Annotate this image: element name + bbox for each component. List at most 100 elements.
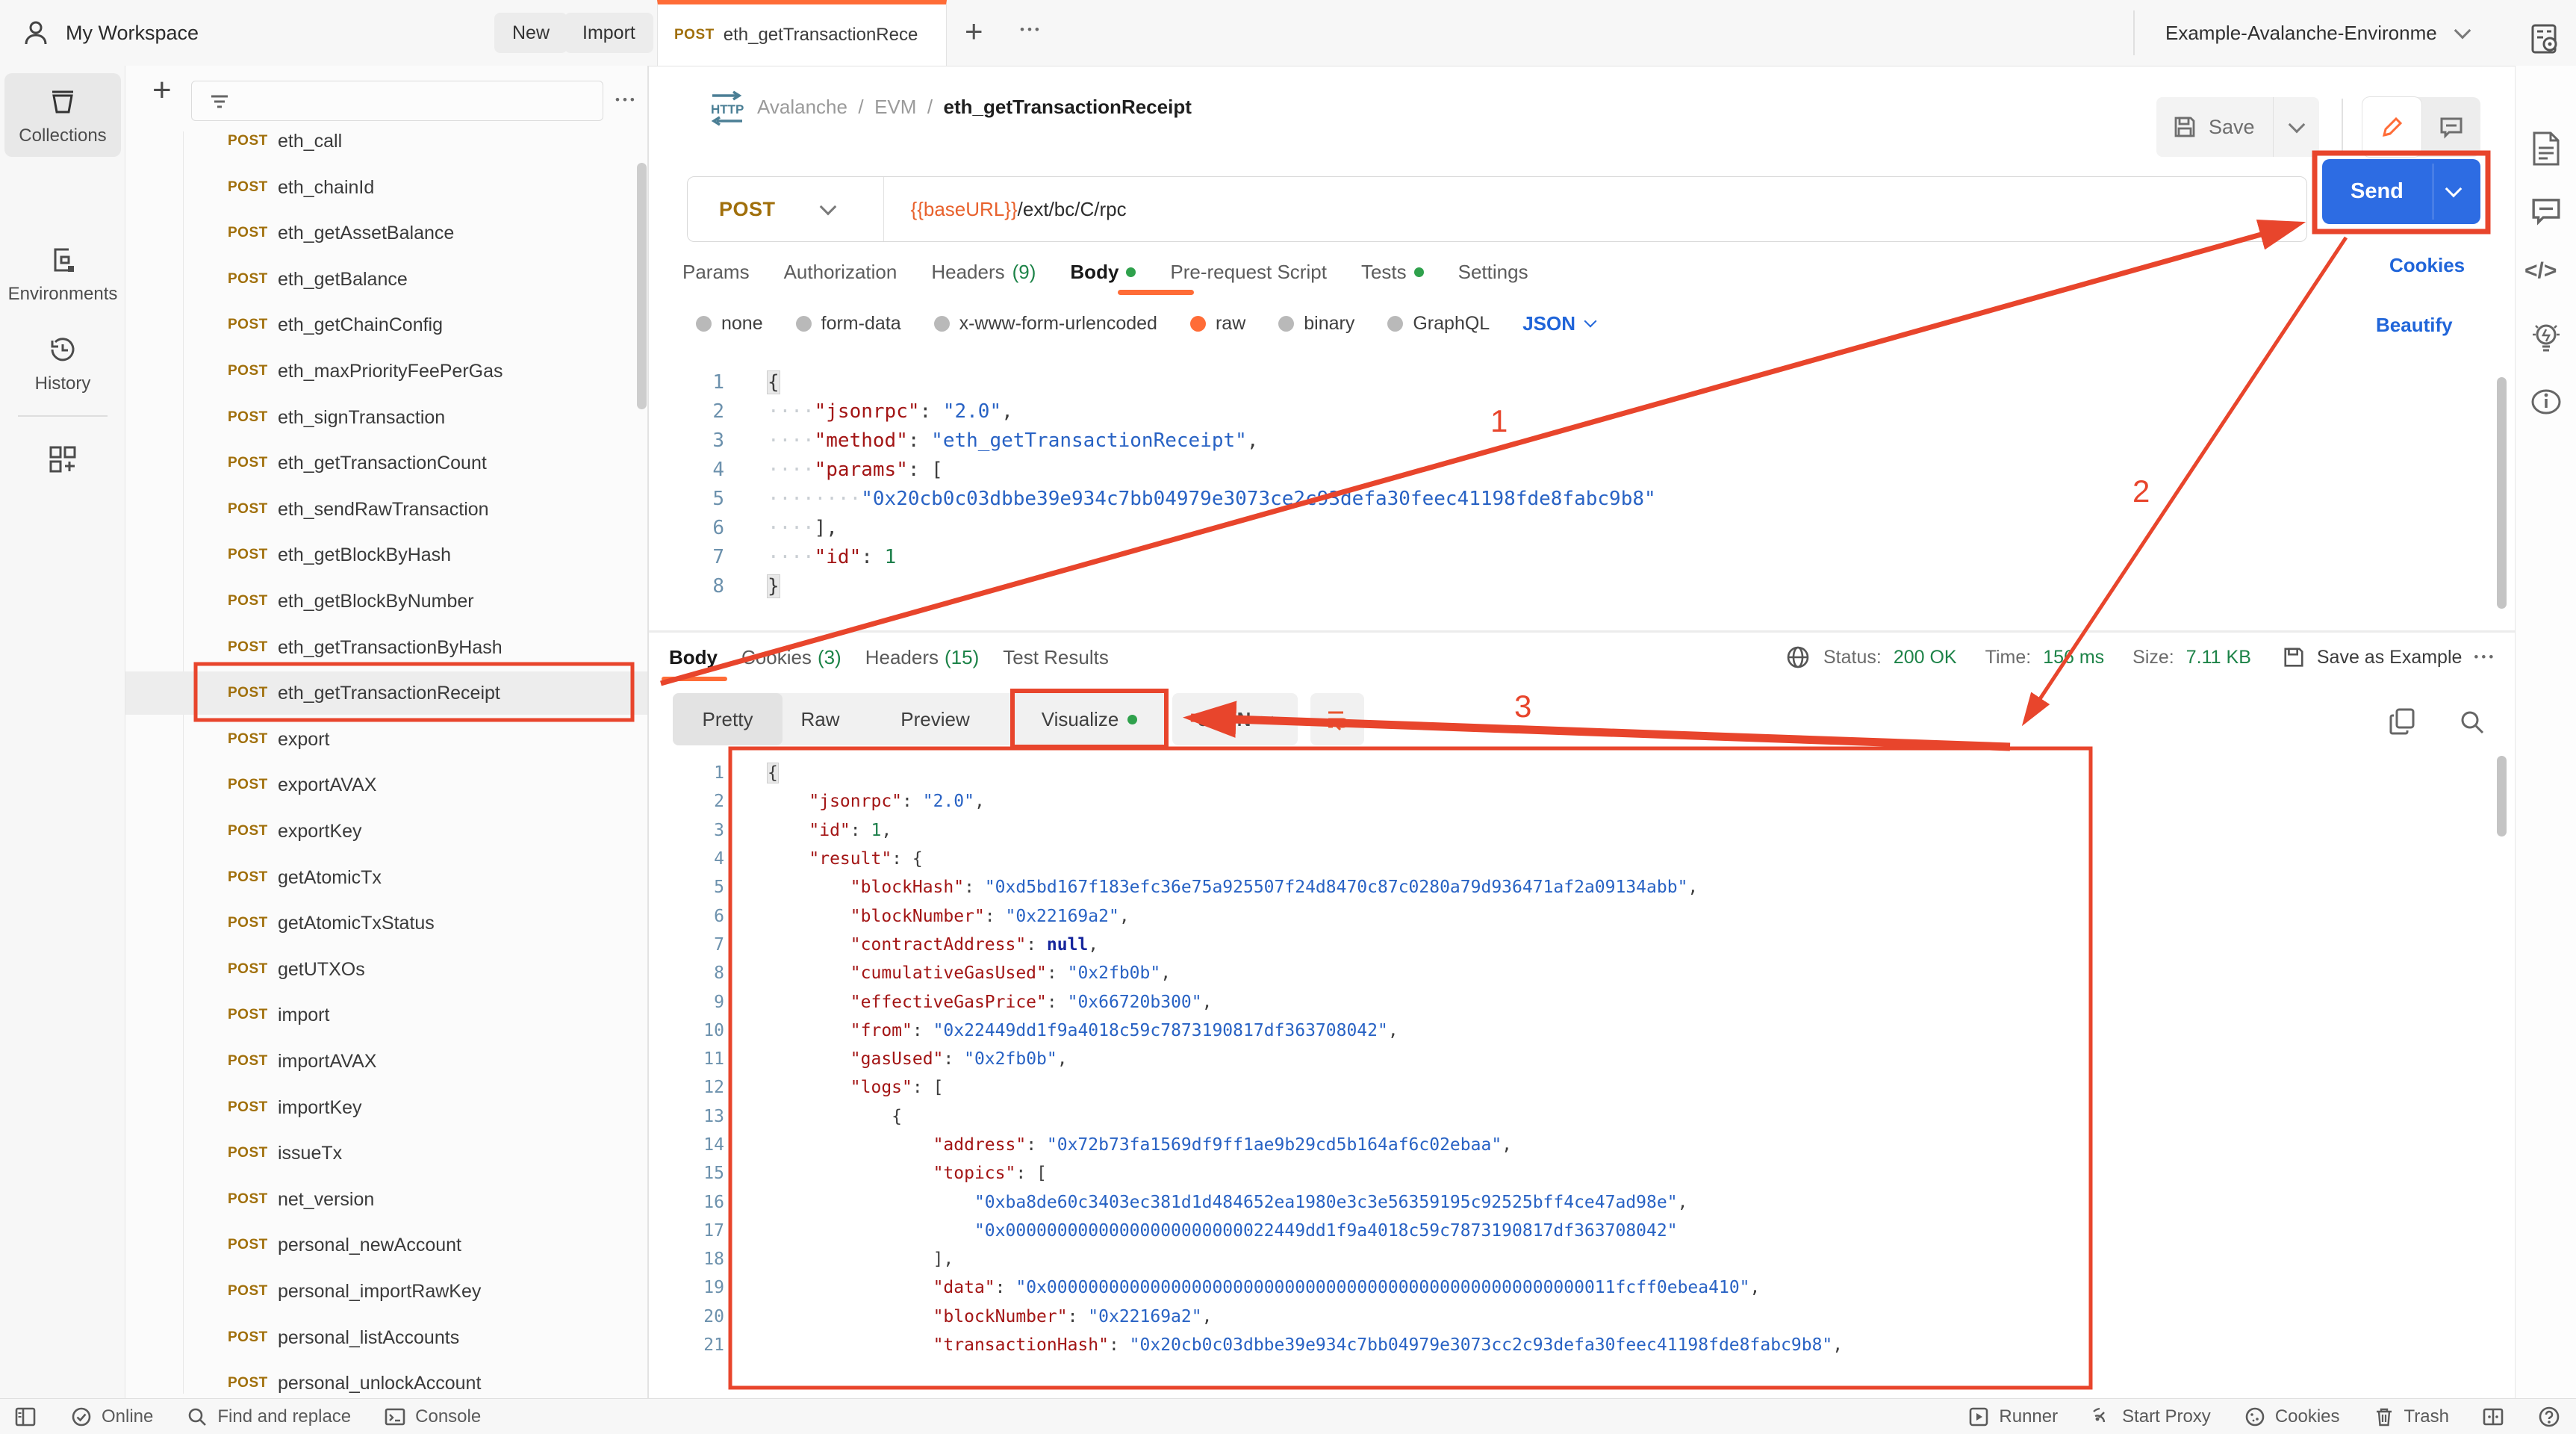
list-item[interactable]: POST getAtomicTx [125,856,647,899]
response-format-selector[interactable]: JSON [1172,693,1298,745]
request-editor-scrollbar[interactable] [2497,377,2507,609]
status-value[interactable]: 200 OK [1894,647,1957,668]
add-request-button[interactable]: + [152,72,172,109]
list-item[interactable]: POST eth_signTransaction [125,396,647,439]
list-item[interactable]: POST import [125,993,647,1037]
environment-selector[interactable]: Example-Avalanche-Environme [2165,0,2471,66]
breadcrumb-collection[interactable]: Avalanche [757,96,847,118]
tab-params[interactable]: Params [682,261,750,284]
more-tools-icon[interactable] [46,443,79,476]
save-dropdown-button[interactable] [2273,97,2320,157]
tab-pre-request-script[interactable]: Pre-request Script [1170,261,1327,284]
list-item[interactable]: POST getUTXOs [125,948,647,991]
body-mode-raw[interactable]: raw [1189,313,1245,335]
find-and-replace[interactable]: Find and replace [186,1406,351,1428]
sidebar-filter-input[interactable] [191,81,603,121]
sidebar-scrollbar[interactable] [637,163,647,409]
body-mode-binary[interactable]: binary [1278,313,1354,335]
sidebar-options-icon[interactable]: ••• [615,93,638,108]
cookies-link[interactable]: Cookies [2389,254,2465,277]
list-item[interactable]: POST eth_chainId [125,166,647,209]
list-item[interactable]: POST net_version [125,1178,647,1221]
body-mode-none[interactable]: none [696,313,763,335]
tab-body[interactable]: Body [669,646,718,669]
request-body-editor[interactable]: 1{2 ····"jsonrpc": "2.0", 3 ····"method": "… [657,367,1656,600]
tab-settings[interactable]: Settings [1458,261,1528,284]
rail-item-environments[interactable]: Environments [4,243,121,305]
list-item[interactable]: POST eth_getBlockByNumber [125,580,647,623]
toggle-sidebar-icon[interactable] [13,1405,37,1429]
breadcrumb-folder[interactable]: EVM [874,96,916,118]
split-pane-icon[interactable] [2482,1406,2504,1428]
console-button[interactable]: Console [384,1406,481,1428]
body-mode-GraphQL[interactable]: GraphQL [1387,313,1490,335]
pane-divider[interactable] [649,630,2515,633]
comment-mode-button[interactable] [2421,97,2480,157]
tab-test-results[interactable]: Test Results [1003,646,1109,669]
environment-quicklook-icon[interactable] [2527,21,2563,57]
start-proxy-button[interactable]: Start Proxy [2091,1406,2211,1428]
list-item[interactable]: POST eth_call [125,120,647,163]
list-item[interactable]: POST eth_getChainConfig [125,303,647,347]
documentation-icon[interactable] [2530,130,2563,167]
rail-item-collections[interactable]: Collections [4,73,121,157]
new-button[interactable]: New [494,13,568,53]
list-item[interactable]: POST eth_maxPriorityFeePerGas [125,350,647,393]
beautify-link[interactable]: Beautify [2376,314,2453,337]
wrap-text-button[interactable] [1310,693,1364,745]
list-item[interactable]: POST eth_getTransactionCount [125,441,647,485]
tab-headers[interactable]: Headers (9) [931,261,1036,284]
url-input[interactable]: {{baseURL}}/ext/bc/C/rpc [911,198,1127,221]
import-button[interactable]: Import [564,13,653,53]
lightbulb-icon[interactable] [2530,320,2563,357]
breadcrumb[interactable]: Avalanche / EVM / eth_getTransactionRece… [757,96,1192,119]
list-item[interactable]: POST issueTx [125,1132,647,1175]
trash-button[interactable]: Trash [2373,1406,2449,1428]
list-item[interactable]: POST exportKey [125,810,647,853]
edit-mode-button[interactable] [2362,97,2421,157]
list-item[interactable]: POST eth_sendRawTransaction [125,488,647,531]
new-tab-button[interactable]: + [965,0,983,66]
online-status[interactable]: Online [70,1406,153,1428]
send-dropdown-icon[interactable] [2445,180,2463,198]
network-globe-icon[interactable] [1785,644,1811,671]
list-item[interactable]: POST eth_getTransactionByHash [125,626,647,669]
search-icon[interactable] [2458,708,2486,736]
body-mode-form-data[interactable]: form-data [795,313,901,335]
list-item[interactable]: POST importAVAX [125,1040,647,1083]
save-button[interactable]: Save [2156,97,2319,157]
copy-icon[interactable] [2388,707,2418,736]
size-value[interactable]: 7.11 KB [2186,647,2251,668]
list-item[interactable]: POST personal_unlockAccount [125,1362,647,1398]
method-selector[interactable]: POST [719,198,776,221]
response-body-viewer[interactable]: 1{2 "jsonrpc": "2.0", 3 "id": 1, 4 "result… [657,759,1843,1359]
response-scrollbar[interactable] [2497,756,2507,836]
tab-authorization[interactable]: Authorization [784,261,897,284]
time-value[interactable]: 156 ms [2043,647,2104,668]
raw-language-selector[interactable]: JSON [1522,312,1597,335]
list-item[interactable]: POST eth_getBalance [125,258,647,301]
view-tab-visualize[interactable]: Visualize [1012,693,1166,745]
tab-body[interactable]: Body [1070,261,1136,284]
list-item[interactable]: POST eth_getAssetBalance [125,211,647,255]
view-tab-preview[interactable]: Preview [858,693,1012,745]
tab-options-icon[interactable]: ••• [1020,22,1042,37]
tab-tests[interactable]: Tests [1361,261,1424,284]
list-item[interactable]: POST eth_getBlockByHash [125,533,647,577]
send-button[interactable]: Send [2322,159,2480,224]
response-options-icon[interactable]: ••• [2474,650,2496,665]
save-as-example-button[interactable]: Save as Example [2317,647,2463,668]
help-icon[interactable] [2537,1405,2561,1429]
list-item[interactable]: POST importKey [125,1086,647,1129]
info-icon[interactable] [2530,385,2563,418]
list-item[interactable]: POST personal_newAccount [125,1223,647,1267]
list-item[interactable]: POST exportAVAX [125,763,647,807]
comments-icon[interactable] [2530,194,2563,227]
code-snippet-icon[interactable]: </> [2524,258,2557,284]
body-mode-x-www-form-urlencoded[interactable]: x-www-form-urlencoded [933,313,1157,335]
list-item[interactable]: POST personal_importRawKey [125,1270,647,1313]
list-item[interactable]: POST export [125,718,647,761]
list-item[interactable]: POST getAtomicTxStatus [125,901,647,945]
view-tab-pretty[interactable]: Pretty [673,693,783,745]
cookies-button[interactable]: Cookies [2244,1406,2340,1428]
